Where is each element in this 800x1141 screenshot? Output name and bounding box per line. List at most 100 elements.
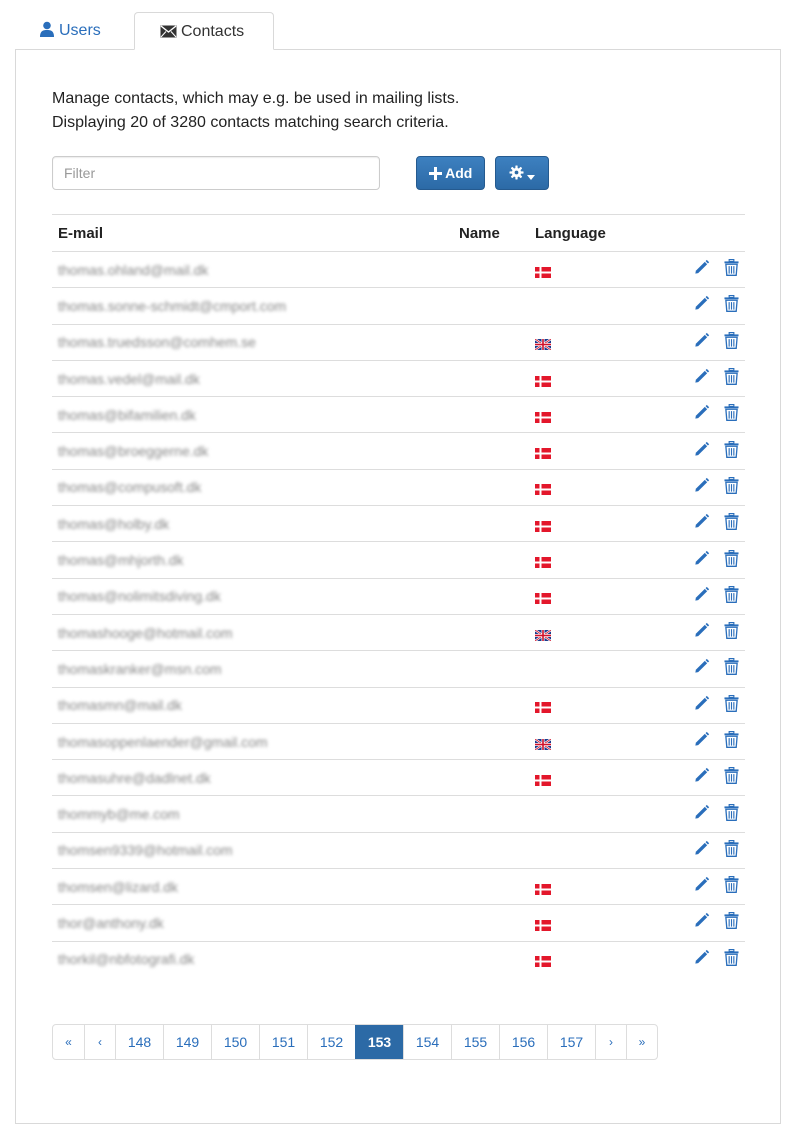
pagination-page[interactable]: 152 [307,1025,355,1059]
contact-name [453,577,529,615]
tab-users[interactable]: Users [25,12,135,49]
plus-icon [428,167,442,180]
pagination-first[interactable]: « [53,1025,84,1059]
delete-trash-icon[interactable] [724,622,739,643]
pagination-page[interactable]: 154 [403,1025,451,1059]
pagination-page[interactable]: 150 [211,1025,259,1059]
contact-name [453,722,529,760]
contact-email: thomas.truedsson@comhem.se [52,323,453,361]
delete-trash-icon[interactable] [724,404,739,425]
contact-name [453,323,529,361]
delete-trash-icon[interactable] [724,259,739,280]
result-count: Displaying 20 of 3280 contacts matching … [52,114,449,131]
delete-trash-icon[interactable] [724,839,739,861]
edit-pencil-icon[interactable] [693,477,710,498]
add-button[interactable]: Add [416,156,485,190]
contact-language [529,831,655,869]
row-actions [655,359,745,397]
pagination-page[interactable]: 155 [451,1025,499,1059]
contact-name [453,432,529,470]
pagination-last[interactable]: » [626,1025,657,1059]
column-header-language[interactable]: Language [529,214,655,252]
edit-pencil-icon[interactable] [693,622,710,643]
pagination-prev[interactable]: ‹ [84,1025,115,1059]
delete-trash-icon[interactable] [724,767,739,788]
contacts-table-body: thomas.ohland@mail.dk thomas.sonne-schmid… [52,250,745,977]
pagination-page[interactable]: 153 [355,1025,403,1059]
delete-trash-icon[interactable] [724,948,739,970]
delete-trash-icon[interactable] [724,513,739,534]
table-row: thomas@nolimitsdiving.dk [52,577,745,615]
edit-pencil-icon[interactable] [693,259,710,280]
contact-email: thomasuhre@dadlnet.dk [52,759,453,796]
contact-name [453,505,529,542]
pagination-page[interactable]: 151 [259,1025,307,1059]
column-header-email[interactable]: E-mail [52,214,453,252]
edit-pencil-icon[interactable] [693,731,710,752]
delete-trash-icon[interactable] [724,730,739,752]
delete-trash-icon[interactable] [724,476,739,498]
flag-denmark-icon [535,700,551,714]
edit-pencil-icon[interactable] [693,404,710,425]
filter-input[interactable] [52,156,380,190]
flag-denmark-icon [535,882,551,895]
delete-trash-icon[interactable] [724,331,739,353]
flag-denmark-icon [535,918,551,932]
contact-email: thorkil@nbfotografi.dk [52,940,453,977]
delete-trash-icon[interactable] [724,549,739,571]
contact-name [453,287,529,325]
pagination-next[interactable]: › [595,1025,626,1059]
edit-pencil-icon[interactable] [693,840,710,861]
caret-down-icon [527,175,536,180]
row-actions [655,432,745,470]
pagination-page[interactable]: 157 [547,1025,595,1059]
gear-icon [509,165,524,180]
delete-trash-icon[interactable] [724,694,739,716]
delete-trash-icon[interactable] [724,876,739,897]
delete-trash-icon[interactable] [724,912,739,933]
edit-pencil-icon[interactable] [693,295,710,316]
edit-pencil-icon[interactable] [693,332,710,353]
pagination-page[interactable]: 148 [115,1025,163,1059]
delete-trash-icon[interactable] [724,658,739,679]
edit-pencil-icon[interactable] [693,695,710,716]
column-header-actions [655,214,745,252]
tab-contacts[interactable]: Contacts [134,12,274,50]
contact-language [529,323,655,361]
edit-pencil-icon[interactable] [693,441,710,462]
tab-users-label: Users [59,22,101,39]
contact-language [529,505,655,542]
pagination-page[interactable]: 156 [499,1025,547,1059]
delete-trash-icon[interactable] [724,803,739,825]
contact-language [529,432,655,470]
table-row: thomas.truedsson@comhem.se [52,323,745,361]
settings-dropdown-button[interactable] [495,156,549,190]
delete-trash-icon[interactable] [724,295,739,316]
row-actions [655,577,745,615]
edit-pencil-icon[interactable] [693,368,710,389]
edit-pencil-icon[interactable] [693,804,710,825]
pagination-page[interactable]: 149 [163,1025,211,1059]
delete-trash-icon[interactable] [724,585,739,607]
edit-pencil-icon[interactable] [693,949,710,970]
edit-pencil-icon[interactable] [693,586,710,607]
contact-language [529,541,655,579]
column-header-name[interactable]: Name [453,214,529,252]
edit-pencil-icon[interactable] [693,513,710,534]
contact-language [529,468,655,506]
flag-denmark-icon [535,591,551,605]
table-header-row: E-mail Name Language [52,214,745,252]
pagination: «‹ 148 149 150 151 152 153 154 155 156 157 ›» [52,1024,658,1060]
edit-pencil-icon[interactable] [693,550,710,571]
contact-email: thomsen@lizard.dk [52,868,453,905]
delete-trash-icon[interactable] [724,368,739,389]
flag-denmark-icon [535,482,551,496]
edit-pencil-icon[interactable] [693,912,710,933]
flag-denmark-icon [535,410,551,423]
edit-pencil-icon[interactable] [693,767,710,788]
flag-denmark-icon [535,265,551,278]
flag-denmark-icon [535,555,551,569]
edit-pencil-icon[interactable] [693,876,710,897]
delete-trash-icon[interactable] [724,440,739,462]
edit-pencil-icon[interactable] [693,658,710,679]
